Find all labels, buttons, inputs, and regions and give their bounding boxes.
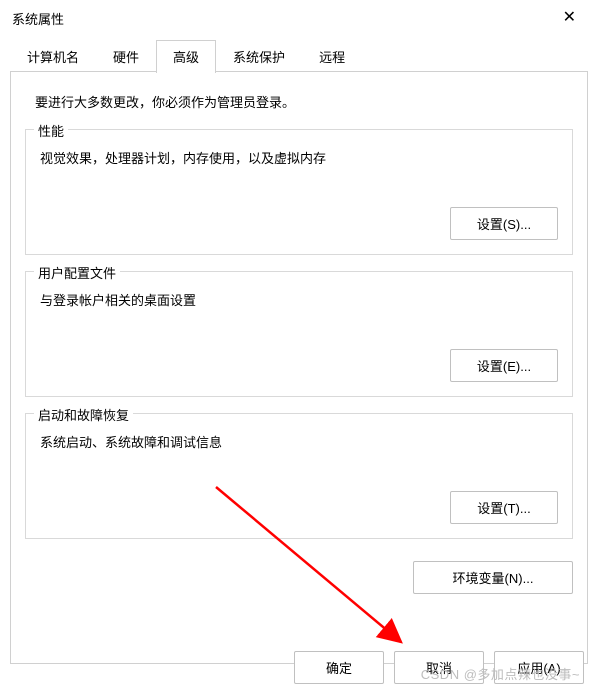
tab-advanced[interactable]: 高级 bbox=[156, 40, 216, 73]
tab-hardware[interactable]: 硬件 bbox=[96, 40, 156, 72]
group-performance: 性能 视觉效果，处理器计划，内存使用，以及虚拟内存 设置(S)... bbox=[25, 129, 573, 255]
user-profiles-settings-button[interactable]: 设置(E)... bbox=[450, 349, 558, 382]
tab-system-protection[interactable]: 系统保护 bbox=[216, 40, 302, 72]
environment-variables-button[interactable]: 环境变量(N)... bbox=[413, 561, 573, 594]
ok-button[interactable]: 确定 bbox=[294, 651, 384, 684]
performance-desc: 视觉效果，处理器计划，内存使用，以及虚拟内存 bbox=[40, 148, 558, 167]
window-title: 系统属性 bbox=[12, 9, 64, 28]
tab-remote[interactable]: 远程 bbox=[302, 40, 362, 72]
performance-settings-button[interactable]: 设置(S)... bbox=[450, 207, 558, 240]
group-user-profiles: 用户配置文件 与登录帐户相关的桌面设置 设置(E)... bbox=[25, 271, 573, 397]
startup-recovery-desc: 系统启动、系统故障和调试信息 bbox=[40, 432, 558, 451]
startup-recovery-settings-button[interactable]: 设置(T)... bbox=[450, 491, 558, 524]
titlebar: 系统属性 ✕ bbox=[0, 0, 598, 36]
group-legend-user-profiles: 用户配置文件 bbox=[34, 263, 120, 282]
group-legend-performance: 性能 bbox=[34, 121, 68, 140]
tab-panel-advanced: 要进行大多数更改，你必须作为管理员登录。 性能 视觉效果，处理器计划，内存使用，… bbox=[10, 72, 588, 664]
cancel-button[interactable]: 取消 bbox=[394, 651, 484, 684]
close-icon[interactable]: ✕ bbox=[555, 6, 584, 30]
user-profiles-desc: 与登录帐户相关的桌面设置 bbox=[40, 290, 558, 309]
tabs: 计算机名 硬件 高级 系统保护 远程 bbox=[0, 36, 598, 72]
apply-button[interactable]: 应用(A) bbox=[494, 651, 584, 684]
tab-computer-name[interactable]: 计算机名 bbox=[10, 40, 96, 72]
group-startup-recovery: 启动和故障恢复 系统启动、系统故障和调试信息 设置(T)... bbox=[25, 413, 573, 539]
dialog-footer: 确定 取消 应用(A) bbox=[0, 643, 598, 691]
admin-note: 要进行大多数更改，你必须作为管理员登录。 bbox=[35, 92, 573, 111]
group-legend-startup-recovery: 启动和故障恢复 bbox=[34, 405, 133, 424]
